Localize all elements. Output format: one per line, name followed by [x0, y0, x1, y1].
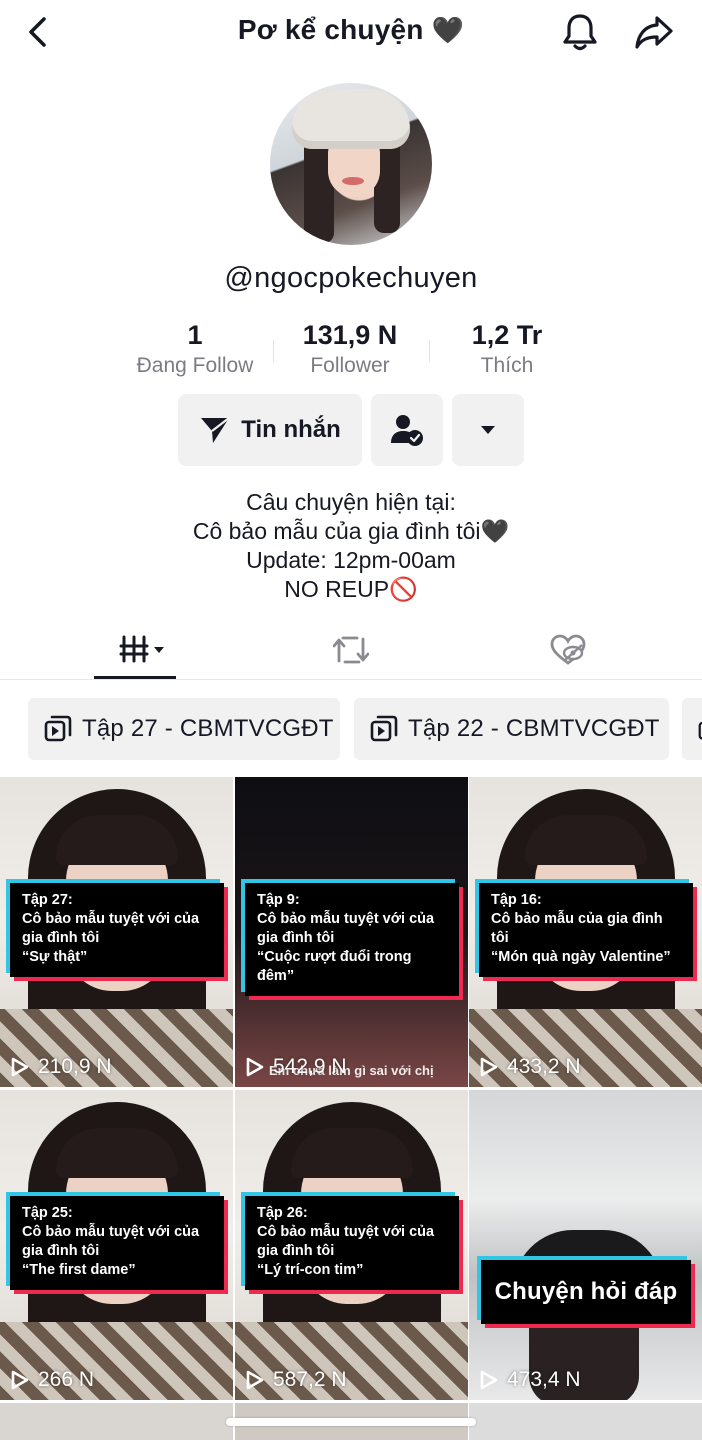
video-caption: Tập 25: Cô bảo mẫu tuyệt với của gia đình … — [10, 1196, 224, 1290]
hidden-heart-icon — [550, 634, 586, 665]
playlist-chip[interactable] — [682, 698, 702, 760]
play-icon — [11, 1057, 29, 1077]
playlist-icon — [370, 715, 398, 742]
username: @ngocpokechuyen — [224, 262, 478, 294]
bio-line: Cô bảo mẫu của gia đình tôi🖤 — [192, 518, 510, 544]
view-count-value: 266 N — [38, 1368, 95, 1391]
playlist-icon — [44, 715, 72, 742]
bio-line: NO REUP🚫 — [284, 576, 418, 602]
home-indicator[interactable] — [226, 1418, 476, 1426]
view-count: 542,9 N — [245, 1055, 347, 1079]
video-thumbnail[interactable]: Tập 16: Cô bảo mẫu của gia đình tôi “Món qu… — [469, 777, 702, 1087]
play-icon — [246, 1057, 264, 1077]
stat-likes[interactable]: 1,2 Tr Thích — [427, 318, 587, 378]
playlist-row: Tập 27 - CBMTVCGĐT Tập 22 - CBMTVCGĐT — [0, 698, 702, 760]
profile-tabs — [0, 620, 702, 680]
user-check-icon — [391, 415, 423, 446]
video-grid: Tập 27: Cô bảo mẫu tuyệt với của gia đình … — [0, 777, 702, 1440]
view-count-value: 473,4 N — [507, 1368, 581, 1391]
stat-following-value: 1 — [187, 320, 203, 350]
stat-followers-value: 131,9 N — [302, 320, 398, 350]
stat-following-label: Đang Follow — [136, 354, 254, 377]
playlist-label: Tập 22 - CBMTVCGĐT — [408, 715, 660, 742]
view-count-value: 433,2 N — [507, 1055, 581, 1078]
tab-videos[interactable] — [98, 626, 178, 674]
more-dropdown-button[interactable] — [452, 394, 524, 466]
video-caption: Tập 9: Cô bảo mẫu tuyệt với của gia đình t… — [245, 883, 459, 996]
video-thumbnail[interactable]: Tập 26: Cô bảo mẫu tuyệt với của gia đình … — [235, 1090, 468, 1400]
repost-icon — [333, 636, 369, 664]
playlist-label: Tập 27 - CBMTVCGĐT — [82, 715, 334, 742]
bell-icon[interactable] — [561, 12, 599, 52]
view-count: 473,4 N — [479, 1368, 581, 1392]
play-icon — [480, 1370, 498, 1390]
playlist-chip[interactable]: Tập 22 - CBMTVCGĐT — [354, 698, 669, 760]
video-caption: Tập 27: Cô bảo mẫu tuyệt với của gia đình … — [10, 883, 224, 977]
view-count-value: 587,2 N — [273, 1368, 347, 1391]
video-thumbnail[interactable]: Tập 27: Cô bảo mẫu tuyệt với của gia đình … — [0, 777, 233, 1087]
title-emoji: 🖤 — [431, 15, 465, 45]
share-icon[interactable] — [633, 12, 675, 52]
stat-likes-value: 1,2 Tr — [471, 320, 543, 350]
friend-status-button[interactable] — [371, 394, 443, 466]
playlist-chip[interactable]: Tập 27 - CBMTVCGĐT — [28, 698, 340, 760]
page-title-text: Pơ kể chuyện — [237, 14, 424, 45]
stat-following[interactable]: 1 Đang Follow — [115, 318, 275, 378]
avatar[interactable] — [270, 83, 432, 245]
view-count-value: 210,9 N — [38, 1055, 112, 1078]
view-count: 266 N — [10, 1368, 94, 1392]
video-thumbnail[interactable] — [469, 1403, 702, 1440]
stat-followers-label: Follower — [310, 354, 390, 377]
play-icon — [11, 1370, 29, 1390]
view-count: 587,2 N — [245, 1368, 347, 1392]
play-icon — [246, 1370, 264, 1390]
video-caption: Tập 16: Cô bảo mẫu của gia đình tôi “Món qu… — [479, 883, 693, 977]
view-count: 210,9 N — [10, 1055, 112, 1079]
caret-down-icon — [481, 426, 495, 434]
video-thumbnail[interactable] — [0, 1403, 233, 1440]
video-caption: Tập 26: Cô bảo mẫu tuyệt với của gia đình … — [245, 1196, 459, 1290]
view-count-value: 542,9 N — [273, 1055, 347, 1078]
view-count: 433,2 N — [479, 1055, 581, 1079]
active-tab-indicator — [94, 676, 176, 679]
bio: Câu chuyện hiện tại: Cô bảo mẫu của gia … — [0, 488, 702, 604]
stat-likes-label: Thích — [480, 354, 534, 377]
stat-followers[interactable]: 131,9 N Follower — [270, 318, 430, 378]
playlist-icon — [698, 721, 702, 740]
tab-reposts[interactable] — [311, 626, 391, 674]
video-thumbnail[interactable]: Tập 25: Cô bảo mẫu tuyệt với của gia đình … — [0, 1090, 233, 1400]
bio-line: Câu chuyện hiện tại: — [246, 489, 456, 515]
message-button-label: Tin nhắn — [241, 416, 341, 443]
tab-liked[interactable] — [528, 626, 608, 674]
bio-line: Update: 12pm-00am — [246, 547, 456, 573]
top-bar: Pơ kể chuyện 🖤 — [0, 0, 702, 64]
play-icon — [480, 1057, 498, 1077]
grid-icon — [119, 635, 164, 663]
video-caption: Chuyện hỏi đáp — [481, 1260, 691, 1324]
message-button[interactable]: Tin nhắn — [178, 394, 362, 466]
video-thumbnail[interactable]: Chuyện hỏi đáp 473,4 N — [469, 1090, 702, 1400]
send-icon — [201, 417, 230, 443]
video-thumbnail[interactable]: Tập 9: Cô bảo mẫu tuyệt với của gia đình t… — [235, 777, 468, 1087]
